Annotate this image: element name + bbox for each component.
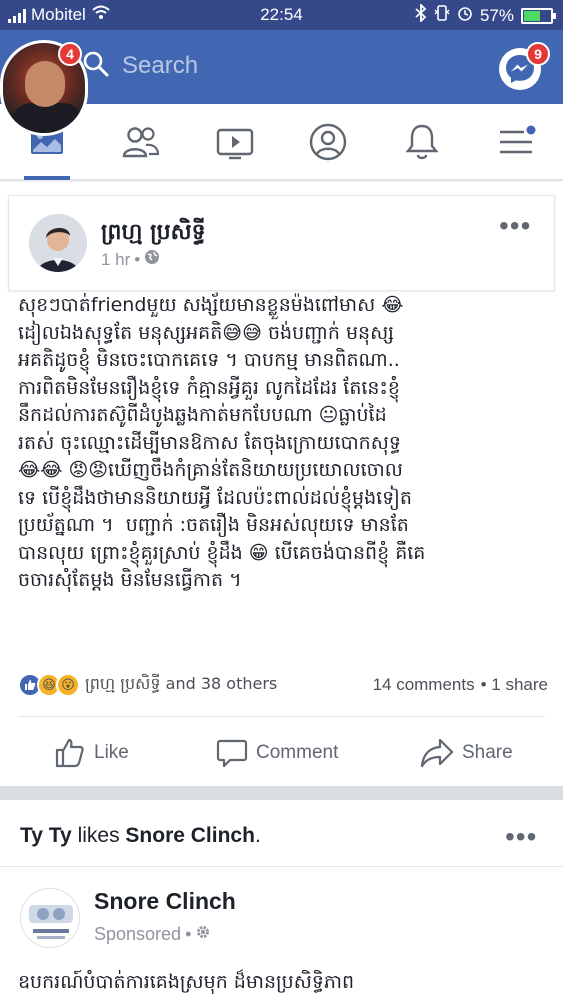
post-header: ព្រហ្ម ប្រសិទ្ធី 1 hr • •••	[8, 195, 555, 291]
story-page[interactable]: Snore Clinch	[125, 824, 255, 847]
meta-dot: •	[134, 249, 141, 269]
feed-separator	[0, 786, 563, 800]
nav-bar: 10	[0, 104, 563, 242]
notifications-icon	[405, 124, 439, 160]
reactions-summary[interactable]: 😆 😮 ព្រហ្ម ប្រសិទ្ធី and 38 others 14 co…	[18, 672, 548, 698]
messenger-badge: 9	[526, 42, 550, 66]
search-input[interactable]	[122, 52, 422, 80]
story-more-button[interactable]: •••	[505, 823, 537, 851]
tab-menu[interactable]	[481, 104, 551, 180]
gear-icon	[195, 924, 211, 945]
reaction-icons: 😆 😮	[18, 673, 80, 697]
status-right: 57%	[415, 2, 556, 27]
sponsor-name[interactable]: Snore Clinch	[94, 888, 236, 915]
like-label: Like	[94, 742, 129, 763]
sponsor-logo	[21, 889, 79, 947]
share-icon	[420, 738, 454, 768]
comments-count[interactable]: 14 comments	[373, 675, 475, 695]
shares-count[interactable]: • 1 share	[481, 675, 548, 695]
story-context: Ty Ty likes Snore Clinch.	[20, 824, 261, 848]
tab-friends[interactable]	[106, 104, 176, 180]
status-bar: Mobitel 22:54 57%	[0, 0, 563, 30]
post-divider	[18, 716, 545, 717]
like-icon	[55, 738, 84, 768]
sponsored-label[interactable]: Sponsored	[94, 924, 181, 945]
author-name[interactable]: ព្រហ្ម ប្រសិទ្ធី	[101, 218, 206, 250]
comment-icon	[216, 739, 248, 768]
tab-profile[interactable]	[293, 104, 363, 180]
vibrate-icon	[434, 4, 450, 27]
profile-photo-face	[25, 61, 65, 107]
author-avatar[interactable]	[29, 214, 87, 272]
share-label: Share	[462, 742, 513, 763]
profile-icon	[309, 123, 347, 161]
author-photo	[29, 214, 87, 272]
tab-notifications[interactable]	[387, 104, 457, 180]
post-meta: 1 hr •	[101, 249, 160, 270]
search-bar[interactable]	[82, 44, 478, 88]
comment-label: Comment	[256, 742, 339, 763]
post-time[interactable]: 1 hr	[101, 250, 130, 270]
post-more-button[interactable]: •••	[499, 212, 531, 240]
alarm-icon	[457, 5, 473, 26]
tab-watch[interactable]	[200, 104, 270, 180]
profile-photo-figure	[11, 103, 83, 133]
profile-notification-badge: 4	[58, 42, 82, 66]
wow-reaction-icon: 😮	[56, 673, 80, 697]
friends-icon	[122, 127, 160, 158]
sponsor-avatar[interactable]	[20, 888, 80, 948]
watch-icon	[216, 128, 254, 160]
meta-dot: •	[185, 924, 192, 944]
comment-button[interactable]: Comment	[216, 728, 338, 778]
sponsor-meta: Sponsored •	[94, 924, 211, 945]
globe-icon	[144, 249, 160, 270]
story-actor[interactable]: Ty Ty	[20, 824, 72, 847]
ad-text: ឧបករណ៍បំបាត់ការគេងស្រមុក ដ៏មានប្រសិទ្ធិភ…	[18, 971, 355, 993]
story-verb: likes	[71, 824, 126, 847]
battery-icon	[521, 7, 556, 24]
menu-icon	[500, 125, 536, 154]
story-period: .	[254, 824, 261, 847]
like-button[interactable]: Like	[54, 728, 129, 778]
share-button[interactable]: Share	[420, 728, 513, 778]
story-divider	[0, 866, 563, 867]
post-body-text: សុខៗបាត់friendមួយ សង្ស័យមានខ្លួនម៉ងពៅមាស…	[18, 294, 426, 591]
reactions-names: ព្រហ្ម ប្រសិទ្ធី and 38 others	[85, 674, 278, 693]
battery-percent: 57%	[479, 5, 514, 25]
bluetooth-icon	[415, 2, 427, 27]
